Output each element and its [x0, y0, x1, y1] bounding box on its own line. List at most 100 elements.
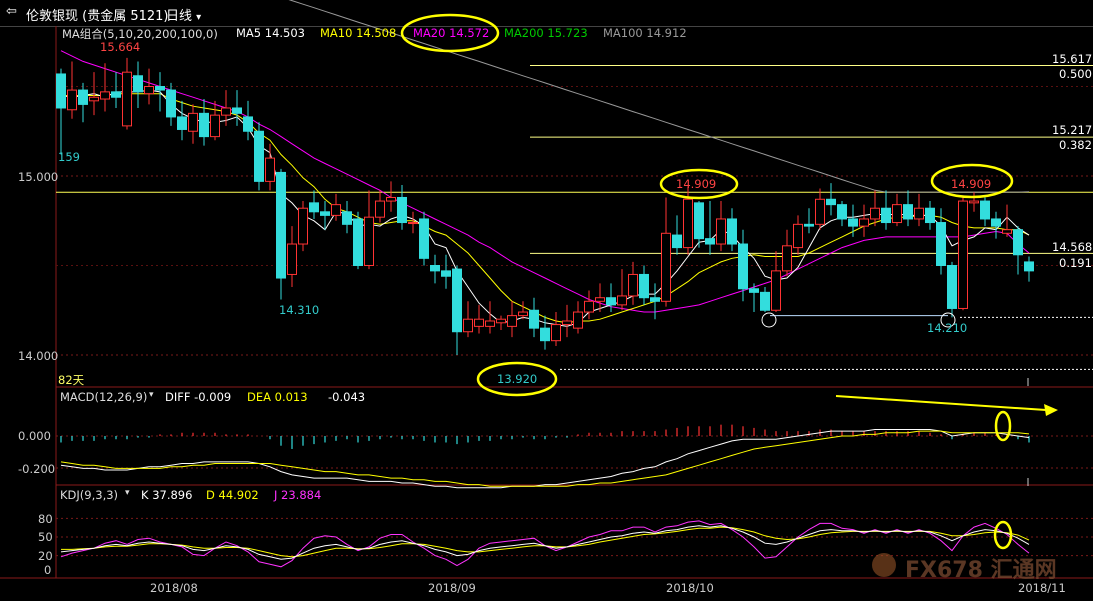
ma100-legend: MA100 14.912 — [603, 26, 687, 40]
candle-body — [100, 91, 110, 100]
macd-diff-value: DIFF -0.009 — [165, 390, 232, 404]
candle-body — [1013, 229, 1023, 256]
low-label-14210: 14.210 — [927, 321, 968, 335]
kdj-tick-80: 80 — [38, 512, 53, 526]
candle-body — [617, 295, 627, 306]
candle-body — [628, 273, 638, 297]
high-label-14909-b: 14.909 — [951, 177, 992, 191]
x-tick-2018-09: 2018/09 — [428, 581, 476, 595]
candle-body — [1024, 261, 1034, 272]
candle-body — [639, 273, 649, 299]
highlight-kdj — [993, 520, 1013, 550]
low-label-14310: 14.310 — [279, 303, 320, 317]
macd-dea-value: DEA 0.013 — [247, 390, 308, 404]
candle-body — [859, 218, 869, 227]
candle-body — [518, 311, 528, 317]
candle-body — [56, 73, 66, 109]
candle-body — [925, 207, 935, 224]
kdj-selector[interactable]: KDJ(9,3,3) — [60, 488, 118, 502]
kdj-tick-0: 0 — [44, 563, 52, 577]
candle-body — [89, 96, 99, 102]
candle-body — [672, 234, 682, 249]
candle-body — [474, 318, 484, 327]
trend-arrow-line — [835, 395, 1047, 411]
candle-body — [903, 204, 913, 220]
candle-body — [375, 200, 385, 218]
candle-body — [496, 318, 506, 324]
candle-body — [320, 211, 330, 216]
candle-body — [188, 112, 198, 132]
ma200-legend: MA200 15.723 — [504, 26, 588, 40]
days-label: 82天 — [58, 373, 85, 387]
candle-body — [683, 198, 693, 249]
candle-body — [111, 91, 121, 98]
candle-body — [155, 86, 165, 91]
candle-body — [848, 218, 858, 227]
candle-body — [749, 288, 759, 293]
candle-body — [177, 116, 187, 130]
kdj-j-value: J 23.884 — [274, 488, 322, 502]
candle-body — [254, 130, 264, 182]
kdj-d-value: D 44.902 — [206, 488, 259, 502]
candle-body — [947, 265, 957, 309]
candle-body — [331, 204, 341, 216]
candle-body — [760, 291, 770, 311]
candle-body — [452, 268, 462, 333]
kdj-tick-20: 20 — [38, 549, 53, 563]
candle-body — [397, 196, 407, 224]
candle-body — [771, 270, 781, 311]
ma10-legend: MA10 14.508 — [320, 26, 397, 40]
candle-body — [210, 114, 220, 138]
candle-body — [133, 75, 143, 93]
candle-body — [529, 309, 539, 329]
candle-body — [573, 311, 583, 329]
candle-body — [287, 243, 297, 275]
candle-body — [892, 204, 902, 224]
macd-selector[interactable]: MACD(12,26,9) — [60, 390, 147, 404]
candle-body — [969, 200, 979, 204]
candle-body — [694, 202, 704, 240]
candle-body — [738, 243, 748, 290]
price-chart[interactable] — [0, 0, 1093, 601]
y-tick-15000: 15.000 — [18, 170, 59, 184]
macd-tick-0: 0.000 — [18, 429, 51, 443]
candle-body — [881, 207, 891, 224]
candle-body — [386, 196, 396, 202]
candle-body — [144, 86, 154, 95]
candle-body — [309, 202, 319, 213]
trend-arrow-head — [1044, 404, 1058, 416]
candle-body — [1002, 229, 1012, 234]
candle-body — [276, 171, 286, 279]
high-label-15664: 15.664 — [100, 40, 141, 54]
y-tick-14000: 14.000 — [18, 349, 59, 363]
candle-body — [485, 320, 495, 327]
candle-body — [793, 223, 803, 249]
candle-body — [705, 238, 715, 245]
candle-body — [914, 207, 924, 220]
candle-body — [441, 270, 451, 277]
candle-body — [430, 265, 440, 272]
candle-body — [540, 327, 550, 342]
candle-body — [419, 218, 429, 259]
candle-body — [936, 222, 946, 266]
candle-body — [804, 223, 814, 227]
watermark-text: FX678 汇通网 — [905, 558, 1057, 583]
ma20-line — [60, 50, 1030, 313]
watermark-logo-icon — [872, 553, 896, 577]
kdj-tick-50: 50 — [38, 530, 53, 544]
candle-body — [562, 320, 572, 326]
fib-ratio-0382: 0.382 — [1059, 138, 1092, 152]
candle-body — [584, 300, 594, 313]
macd-tick-m02: -0.200 — [18, 462, 56, 476]
candle-body — [595, 297, 605, 302]
low-label-13920: 13.920 — [497, 372, 538, 386]
candle-body — [551, 324, 561, 342]
candle-body — [716, 218, 726, 245]
candle-body — [78, 89, 88, 105]
fib-price-0191: 14.568 — [1052, 240, 1093, 254]
candle-body — [67, 89, 77, 111]
candle-body — [837, 204, 847, 220]
candle-body — [958, 200, 968, 309]
candle-body — [122, 71, 132, 127]
candle-body — [606, 297, 616, 306]
